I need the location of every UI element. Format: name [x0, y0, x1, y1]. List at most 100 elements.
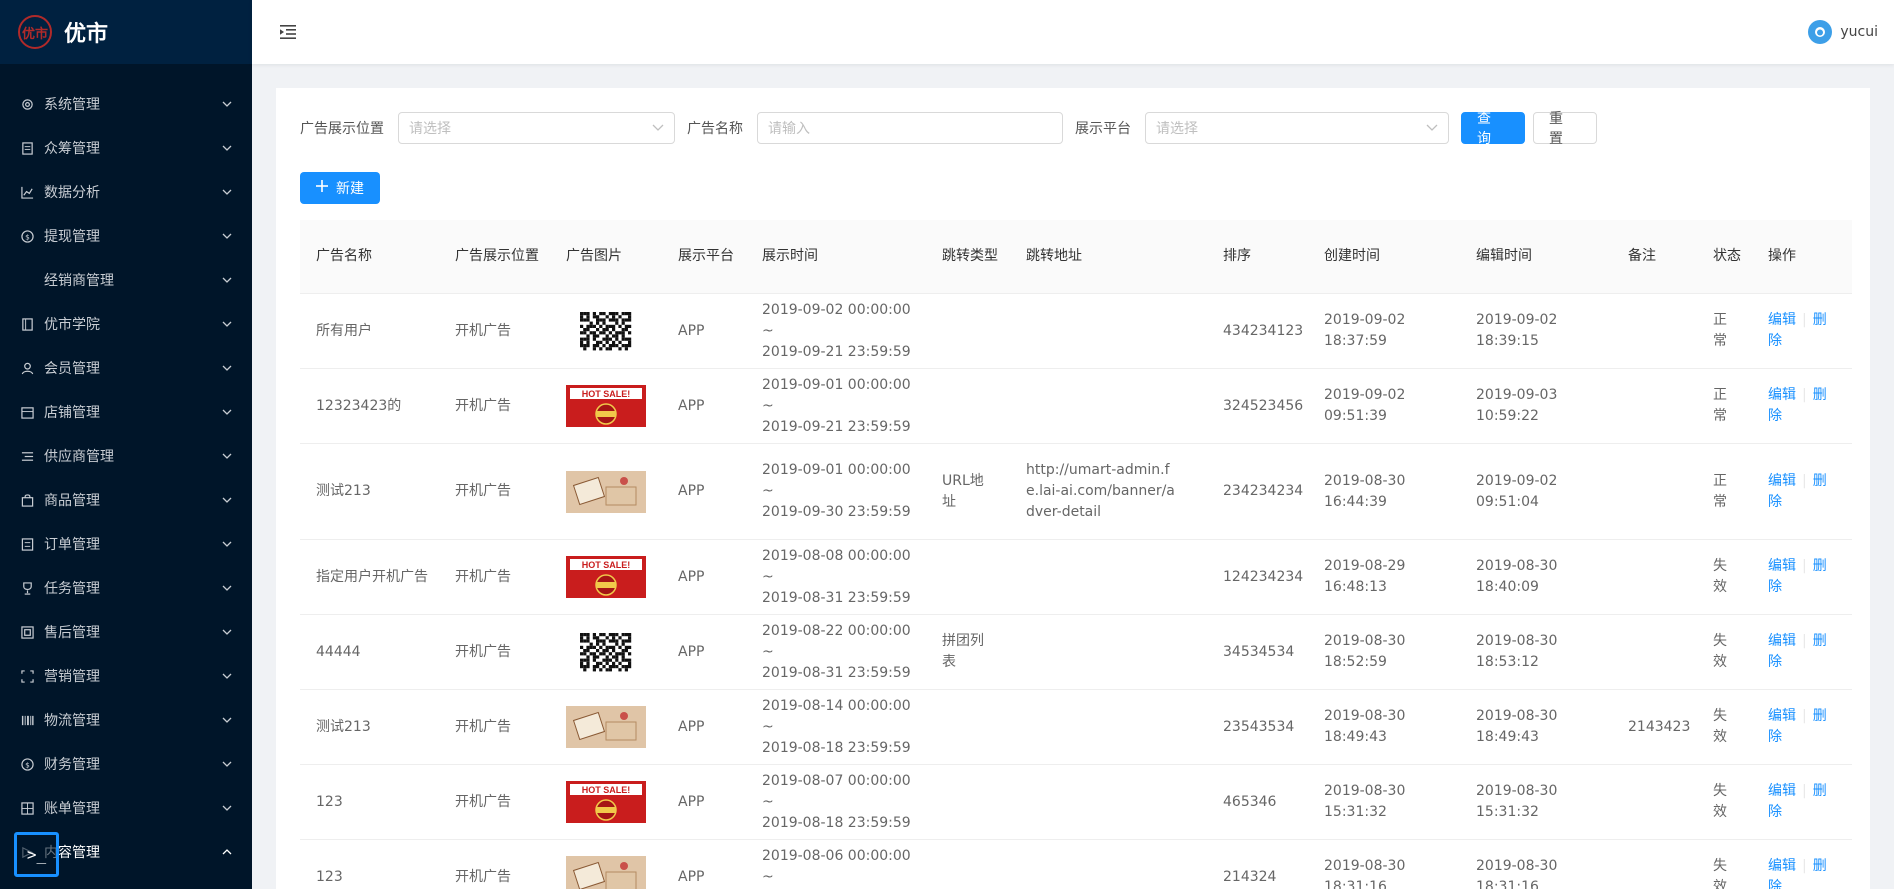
sidebar-item[interactable]: 优市学院	[0, 302, 252, 346]
cell-display-time: 2019-09-01 00:00:00 ~ 2019-09-30 23:59:5…	[746, 460, 926, 523]
cell-display-time: 2019-09-02 00:00:00 ~ 2019-09-21 23:59:5…	[746, 300, 926, 363]
edit-link[interactable]: 编辑	[1768, 312, 1796, 328]
sidebar-item[interactable]: 售后管理	[0, 610, 252, 654]
time-start: 2019-09-02 00:00:00 ~	[762, 301, 911, 339]
cell-image[interactable]: HOT SALE!	[550, 781, 662, 823]
table-row: 测试213 开机广告 APP 2019-08-14 00:00:00 ~ 201…	[300, 690, 1852, 765]
sidebar-item[interactable]: 账单管理	[0, 786, 252, 830]
created-date: 2019-09-02	[1324, 312, 1406, 328]
chevron-down-icon	[222, 363, 232, 373]
cell-ad-name: 44444	[316, 643, 361, 660]
ad-image-hot-sale: HOT SALE!	[566, 781, 646, 823]
cell-image[interactable]	[550, 631, 662, 673]
edited-time: 18:31:16	[1476, 879, 1539, 889]
cell-created-time: 2019-08-30 18:31:16	[1308, 856, 1460, 889]
edit-link[interactable]: 编辑	[1768, 473, 1796, 489]
cell-display-time: 2019-09-01 00:00:00 ~ 2019-09-21 23:59:5…	[746, 375, 926, 438]
table-header-cell: 状态	[1713, 248, 1741, 264]
cell-operations: 编辑 | 删除	[1752, 471, 1852, 513]
sidebar-item[interactable]: 物流管理	[0, 698, 252, 742]
position-select[interactable]: 请选择	[398, 112, 675, 144]
cell-operations: 编辑 | 删除	[1752, 706, 1852, 748]
cell-position: 开机广告	[455, 568, 511, 585]
edit-link[interactable]: 编辑	[1768, 783, 1796, 799]
time-end: 2019-08-31 23:59:59	[762, 664, 911, 681]
cell-image[interactable]	[550, 470, 662, 513]
cell-display-time: 2019-08-08 00:00:00 ~ 2019-08-31 23:59:5…	[746, 546, 926, 609]
cell-operations: 编辑 | 删除	[1752, 631, 1852, 673]
chevron-down-icon	[1426, 120, 1438, 136]
new-button[interactable]: 新建	[300, 172, 380, 204]
table-header-cell: 操作	[1768, 248, 1796, 264]
logo-mark: 优市	[18, 15, 52, 49]
table-row: 44444 开机广告 APP 2019-08-22 00:00:00 ~ 201…	[300, 615, 1852, 690]
edit-link[interactable]: 编辑	[1768, 708, 1796, 724]
svg-text:HOT SALE!: HOT SALE!	[582, 785, 631, 795]
ad-image-hot-sale: HOT SALE!	[566, 385, 646, 427]
menu-fold-icon[interactable]	[276, 20, 300, 44]
cell-image[interactable]: HOT SALE!	[550, 556, 662, 598]
sidebar-item-label: 会员管理	[44, 361, 100, 377]
cell-edited-time: 2019-08-30 18:49:43	[1460, 706, 1612, 748]
cell-sort: 34534534	[1223, 643, 1295, 660]
sidebar-item[interactable]: 供应商管理	[0, 434, 252, 478]
cell-created-time: 2019-08-30 15:31:32	[1308, 781, 1460, 823]
sidebar-item[interactable]: $ 提现管理	[0, 214, 252, 258]
cell-ad-name: 所有用户	[316, 322, 372, 339]
sidebar-item[interactable]: 营销管理	[0, 654, 252, 698]
sidebar-item[interactable]: 数据分析	[0, 170, 252, 214]
logo[interactable]: 优市 优市	[0, 0, 252, 64]
cell-image[interactable]	[550, 856, 662, 889]
cell-status: 正常	[1713, 387, 1727, 424]
trophy-icon	[20, 581, 34, 595]
svg-text:$: $	[25, 232, 30, 241]
name-input[interactable]: 请输入	[757, 112, 1063, 144]
cell-platform: APP	[678, 868, 705, 885]
finance-icon: $	[20, 757, 34, 771]
sidebar-item[interactable]: 众筹管理	[0, 126, 252, 170]
cell-image[interactable]	[550, 706, 662, 748]
top-header: yucui	[252, 0, 1894, 64]
edit-link[interactable]: 编辑	[1768, 558, 1796, 574]
created-date: 2019-08-30	[1324, 472, 1406, 489]
edit-link[interactable]: 编辑	[1768, 633, 1796, 649]
terminal-icon[interactable]: >_	[14, 832, 59, 877]
query-button[interactable]: 查询	[1461, 111, 1525, 147]
sidebar-item-label: 任务管理	[44, 581, 100, 597]
time-end: 2019-08-18 23:59:59	[762, 739, 911, 756]
reset-button[interactable]: 重置	[1533, 111, 1597, 147]
table-header-cell: 创建时间	[1324, 248, 1380, 264]
cell-edited-time: 2019-08-30 18:53:12	[1460, 631, 1612, 673]
chevron-down-icon	[222, 715, 232, 725]
cell-operations: 编辑 | 删除	[1752, 556, 1852, 598]
cell-jump-type: 拼团列表	[942, 633, 984, 670]
sidebar-item[interactable]: 经销商管理	[0, 258, 252, 302]
service-icon	[20, 625, 34, 639]
user-menu[interactable]: yucui	[1808, 20, 1878, 44]
platform-select[interactable]: 请选择	[1145, 112, 1449, 144]
sidebar-item[interactable]: 订单管理	[0, 522, 252, 566]
edit-link[interactable]: 编辑	[1768, 387, 1796, 403]
edit-link[interactable]: 编辑	[1768, 858, 1796, 874]
cell-position: 开机广告	[455, 643, 511, 660]
cell-image[interactable]: HOT SALE!	[550, 385, 662, 427]
cell-status: 失效	[1713, 558, 1727, 595]
cell-edited-time: 2019-08-30 18:31:16	[1460, 856, 1612, 889]
chevron-down-icon	[222, 803, 232, 813]
order-icon	[20, 537, 34, 551]
sidebar-item[interactable]: 商品管理	[0, 478, 252, 522]
sidebar-item[interactable]: 店铺管理	[0, 390, 252, 434]
sidebar-item[interactable]: 任务管理	[0, 566, 252, 610]
cell-ad-name: 123	[316, 793, 343, 810]
op-divider: |	[1802, 708, 1807, 724]
sidebar-item[interactable]: 会员管理	[0, 346, 252, 390]
table-body: 所有用户 开机广告 APP 2019-09-02 00:00:00 ~ 2019…	[300, 294, 1852, 889]
chevron-down-icon	[222, 99, 232, 109]
sidebar-item[interactable]: 系统管理	[0, 82, 252, 126]
sidebar-item[interactable]: $ 财务管理	[0, 742, 252, 786]
op-divider: |	[1802, 558, 1807, 574]
cell-sort: 214324	[1223, 868, 1277, 885]
cell-created-time: 2019-09-02 09:51:39	[1308, 385, 1460, 427]
username: yucui	[1840, 24, 1878, 40]
cell-image[interactable]	[550, 310, 662, 352]
